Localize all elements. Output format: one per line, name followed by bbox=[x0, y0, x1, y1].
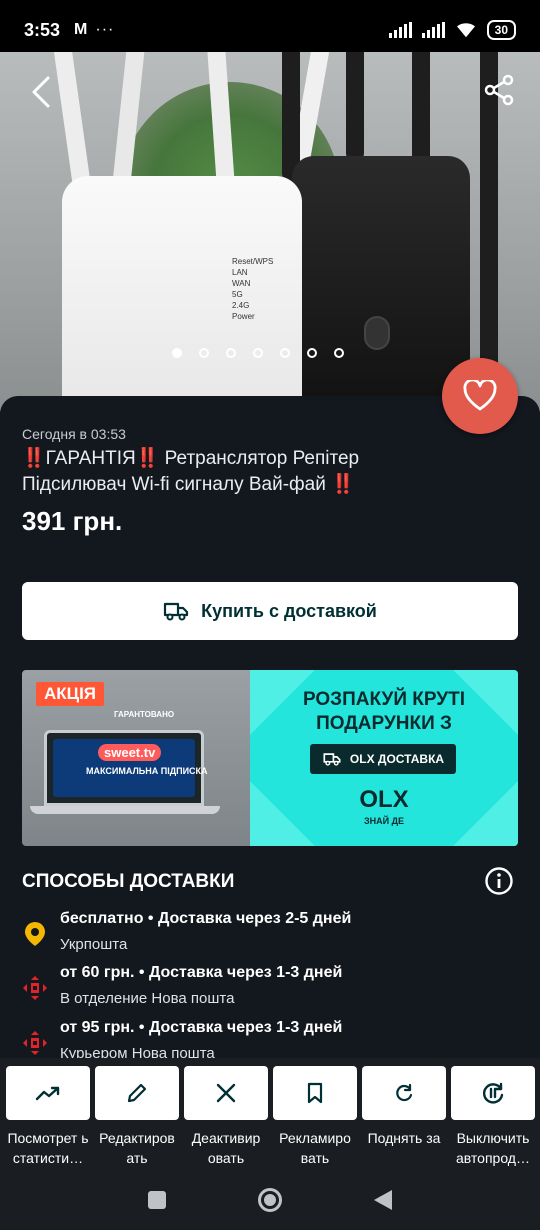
action-label: Деактивир овать bbox=[191, 1130, 261, 1166]
battery-indicator: 30 bbox=[486, 20, 516, 40]
olx-slogan: ЗНАЙ ДЕ bbox=[363, 816, 405, 826]
buy-button-label: Купить с доставкой bbox=[201, 600, 377, 621]
delivery-option-terms: бесплатно • Доставка через 2-5 дней bbox=[60, 910, 352, 927]
auto-renew-off-icon bbox=[482, 1082, 504, 1104]
olx-logo: OLX bbox=[359, 786, 409, 813]
led-label: WAN bbox=[232, 279, 251, 288]
wps-button-image bbox=[364, 316, 390, 350]
promo-headline-line: ПОДАРУНКИ З bbox=[316, 713, 452, 734]
listing-actions-bar: Посмотрет ь статисти… Редактиров ать Деа… bbox=[0, 1058, 540, 1170]
olx-delivery-label: OLX ДОСТАВКА bbox=[349, 752, 445, 766]
ukrposhta-icon bbox=[25, 922, 45, 946]
olx-delivery-pill: OLX ДОСТАВКА bbox=[310, 744, 456, 774]
refresh-icon bbox=[396, 1083, 413, 1102]
action-label: Поднять за bbox=[367, 1130, 441, 1146]
action-label: Редактиров ать bbox=[99, 1130, 175, 1166]
system-navigation-bar bbox=[0, 1170, 540, 1230]
led-label: LAN bbox=[232, 268, 248, 277]
nova-poshta-icon bbox=[23, 1031, 47, 1055]
delivery-truck-icon bbox=[323, 753, 341, 766]
promo-headline: РОЗПАКУЙ КРУТІ ПОДАРУНКИ З bbox=[250, 688, 518, 736]
led-label: Reset/WPS bbox=[232, 257, 274, 266]
delivery-option-terms: от 95 грн. • Доставка через 1-3 дней bbox=[60, 1019, 343, 1036]
buy-with-delivery-button[interactable]: Купить с доставкой bbox=[22, 582, 518, 640]
promo-headline-line: РОЗПАКУЙ КРУТІ bbox=[302, 689, 466, 710]
status-bar: 3:53 M ··· 30 bbox=[0, 0, 540, 60]
close-icon bbox=[216, 1083, 236, 1103]
disable-autorenew-button[interactable] bbox=[451, 1066, 535, 1120]
carousel-dot[interactable] bbox=[253, 348, 263, 358]
pencil-icon bbox=[127, 1083, 147, 1103]
action-label: Посмотрет ь статисти… bbox=[7, 1130, 89, 1166]
subscription-label: МАКСИМАЛЬНА ПІДПИСКА bbox=[86, 766, 208, 776]
delivery-option-carrier: В отделение Нова пошта bbox=[60, 990, 235, 1007]
black-antenna bbox=[346, 52, 364, 162]
status-time: 3:53 bbox=[24, 19, 61, 40]
wifi-icon bbox=[456, 23, 475, 38]
view-statistics-button[interactable] bbox=[6, 1066, 90, 1120]
image-carousel-indicator bbox=[172, 348, 344, 358]
disable-autorenew-action[interactable]: Выключить автопрод… bbox=[451, 1066, 535, 1168]
action-label: Рекламиро вать bbox=[279, 1130, 351, 1166]
promote-action[interactable]: Рекламиро вать bbox=[273, 1066, 357, 1168]
edit-action[interactable]: Редактиров ать bbox=[95, 1066, 179, 1168]
delivery-option: от 60 грн. • Доставка через 1-3 дней В о… bbox=[22, 964, 502, 1014]
deactivate-action[interactable]: Деактивир овать bbox=[184, 1066, 268, 1168]
home-icon[interactable] bbox=[258, 1188, 282, 1212]
led-labels: Reset/WPS LAN WAN 5G 2.4G Power bbox=[232, 256, 273, 322]
carousel-dot[interactable] bbox=[334, 348, 344, 358]
sweet-tv-logo: sweet.tv bbox=[98, 744, 162, 761]
delivery-option-terms: от 60 грн. • Доставка через 1-3 дней bbox=[60, 964, 343, 981]
bookmark-icon bbox=[307, 1082, 323, 1104]
back-arrow-icon[interactable] bbox=[24, 74, 60, 110]
black-repeater bbox=[292, 156, 470, 412]
led-label: Power bbox=[232, 312, 255, 321]
bump-button[interactable] bbox=[362, 1066, 446, 1120]
listing-date: Сегодня в 03:53 bbox=[22, 426, 126, 442]
delivery-truck-icon bbox=[164, 602, 189, 621]
carousel-dot[interactable] bbox=[226, 348, 236, 358]
more-notifications-icon: ··· bbox=[95, 21, 115, 38]
recent-apps-icon[interactable] bbox=[148, 1191, 166, 1209]
view-statistics-action[interactable]: Посмотрет ь статисти… bbox=[6, 1066, 90, 1168]
promo-text-area: РОЗПАКУЙ КРУТІ ПОДАРУНКИ З OLX ДОСТАВКА … bbox=[250, 670, 518, 846]
promo-image: АКЦІЯ ГАРАНТОВАНО sweet.tv МАКСИМАЛЬНА П… bbox=[22, 670, 250, 846]
gmail-icon: M bbox=[74, 21, 88, 38]
promo-banner[interactable]: АКЦІЯ ГАРАНТОВАНО sweet.tv МАКСИМАЛЬНА П… bbox=[22, 670, 518, 846]
listing-price: 391 грн. bbox=[22, 506, 123, 536]
heart-icon bbox=[463, 380, 497, 411]
led-label: 5G bbox=[232, 290, 243, 299]
product-image[interactable]: Reset/WPS LAN WAN 5G 2.4G Power bbox=[0, 52, 540, 412]
signal-icon-sim2 bbox=[421, 22, 445, 38]
bump-action[interactable]: Поднять за bbox=[362, 1066, 446, 1148]
guarantee-label: ГАРАНТОВАНО bbox=[114, 710, 175, 719]
delivery-option: бесплатно • Доставка через 2-5 дней Укрп… bbox=[22, 910, 502, 960]
delivery-methods-heading: СПОСОБЫ ДОСТАВКИ bbox=[22, 871, 235, 892]
share-icon[interactable] bbox=[484, 74, 516, 106]
carousel-dot[interactable] bbox=[172, 348, 182, 358]
system-back-icon[interactable] bbox=[374, 1190, 392, 1210]
favorite-button[interactable] bbox=[442, 358, 518, 434]
laptop-base bbox=[30, 806, 220, 814]
signal-icon-sim1 bbox=[388, 22, 412, 38]
info-icon[interactable] bbox=[484, 866, 514, 896]
white-repeater: Reset/WPS LAN WAN 5G 2.4G Power bbox=[62, 176, 302, 412]
deactivate-button[interactable] bbox=[184, 1066, 268, 1120]
led-label: 2.4G bbox=[232, 301, 250, 310]
delivery-option-carrier: Укрпошта bbox=[60, 936, 128, 953]
listing-title: ‼️ГАРАНТІЯ‼️ Ретранслятор Репітер Підсил… bbox=[22, 448, 360, 495]
black-antenna bbox=[412, 52, 430, 172]
nova-poshta-icon bbox=[23, 976, 47, 1000]
fine-print bbox=[30, 830, 244, 842]
promo-badge: АКЦІЯ bbox=[36, 682, 105, 706]
carousel-dot[interactable] bbox=[307, 348, 317, 358]
trending-up-icon bbox=[35, 1086, 60, 1101]
carousel-dot[interactable] bbox=[280, 348, 290, 358]
action-label: Выключить автопрод… bbox=[456, 1130, 530, 1166]
edit-button[interactable] bbox=[95, 1066, 179, 1120]
promote-button[interactable] bbox=[273, 1066, 357, 1120]
carousel-dot[interactable] bbox=[199, 348, 209, 358]
